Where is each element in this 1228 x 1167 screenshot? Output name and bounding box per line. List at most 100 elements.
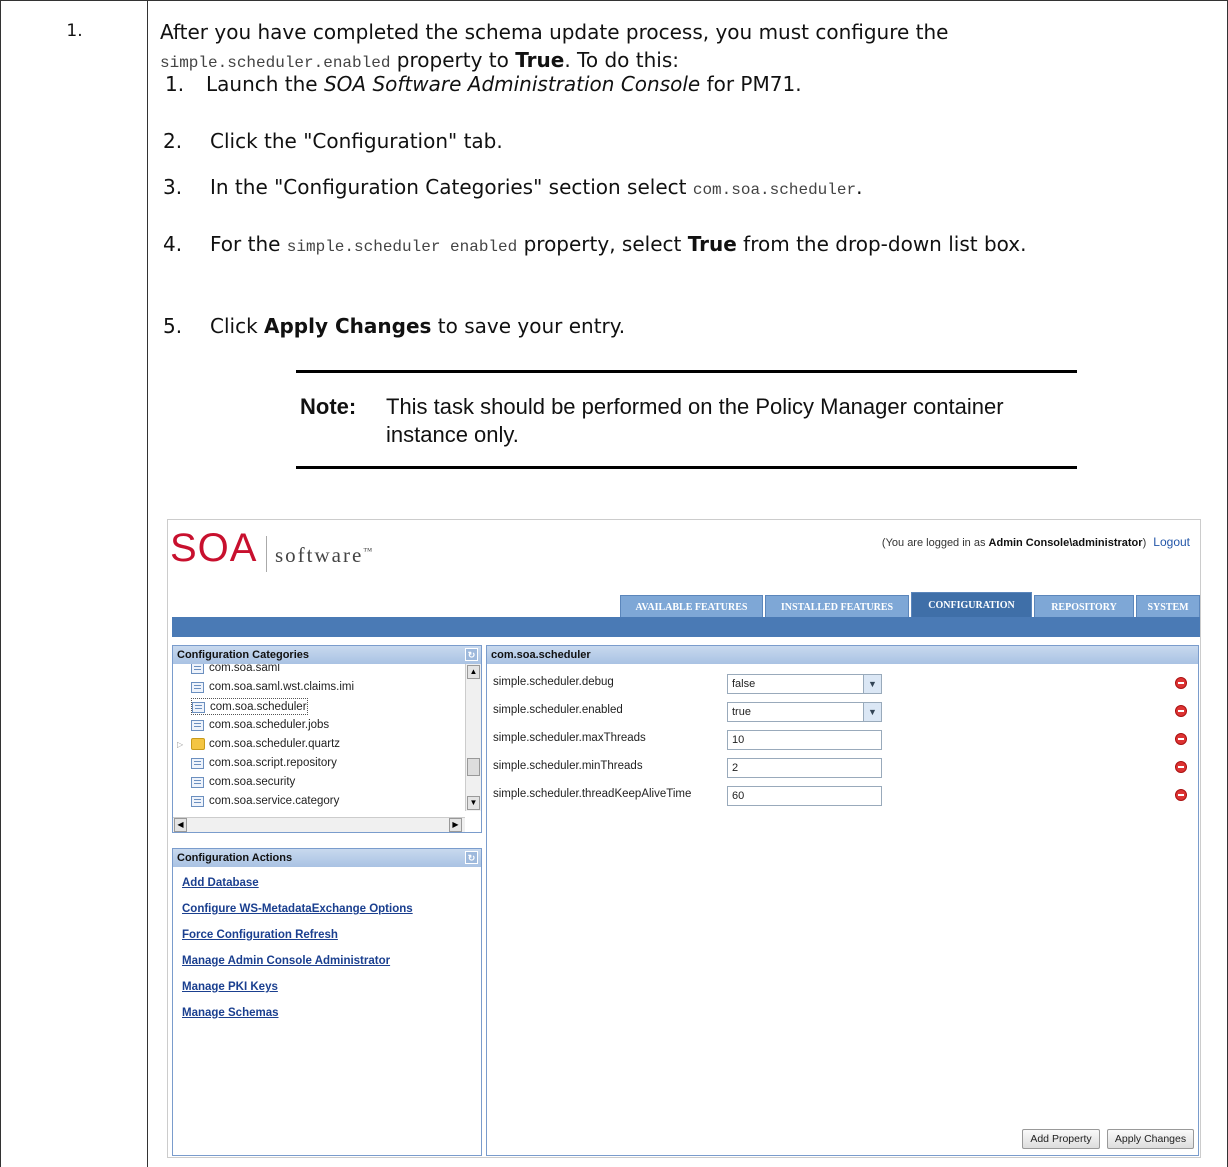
remove-property-icon[interactable] xyxy=(1175,677,1187,689)
property-value-select[interactable]: true ▼ xyxy=(727,702,882,722)
refresh-icon[interactable]: ↻ xyxy=(465,851,478,864)
intro-text-mid: property to xyxy=(390,48,516,72)
scroll-up-icon[interactable]: ▲ xyxy=(467,665,480,679)
logout-link[interactable]: Logout xyxy=(1153,535,1190,549)
action-link[interactable]: Manage Admin Console Administrator xyxy=(182,955,390,967)
folder-icon xyxy=(191,738,205,750)
intro-text-after: . To do this: xyxy=(564,48,679,72)
step-item-text: Launch the SOA Software Administration C… xyxy=(206,72,802,96)
logo-software: software™ xyxy=(275,543,375,567)
tab-available-features[interactable]: AVAILABLE FEATURES xyxy=(620,595,763,618)
property-value: 10 xyxy=(732,734,745,746)
intro-bold: True xyxy=(515,48,565,72)
category-label: com.soa.scheduler xyxy=(210,701,307,713)
remove-property-icon[interactable] xyxy=(1175,705,1187,717)
property-value: false xyxy=(732,678,756,690)
tab-installed-features[interactable]: INSTALLED FEATURES xyxy=(765,595,909,618)
step-item-number: 3. xyxy=(163,175,183,199)
property-value-input[interactable]: 10 xyxy=(727,730,882,750)
property-value-select[interactable]: false ▼ xyxy=(727,674,882,694)
categories-tree: com.soa.saml com.soa.saml.wst.claims.imi c… xyxy=(173,664,465,819)
apply-changes-button[interactable]: Apply Changes xyxy=(1107,1129,1194,1149)
tab-configuration[interactable]: CONFIGURATION xyxy=(911,592,1032,618)
tab-bar-strip xyxy=(172,617,1200,637)
action-link[interactable]: Manage PKI Keys xyxy=(182,981,278,993)
properties-icon xyxy=(191,664,204,674)
property-name: simple.scheduler.debug xyxy=(493,676,614,688)
category-item[interactable]: com.soa.security xyxy=(191,774,295,791)
add-property-button[interactable]: Add Property xyxy=(1022,1129,1100,1149)
property-name: simple.scheduler.minThreads xyxy=(493,760,643,772)
action-link[interactable]: Configure WS-MetadataExchange Options xyxy=(182,903,413,915)
properties-header: com.soa.scheduler xyxy=(487,646,1198,664)
properties-icon xyxy=(191,758,204,769)
action-link[interactable]: Manage Schemas xyxy=(182,1007,279,1019)
logo-soa: SOA xyxy=(170,526,258,570)
actions-header: Configuration Actions ↻ xyxy=(173,849,481,867)
category-label: com.soa.service.category xyxy=(209,795,340,807)
remove-property-icon[interactable] xyxy=(1175,733,1187,745)
property-name: simple.scheduler.threadKeepAliveTime xyxy=(493,788,692,800)
category-item[interactable]: com.soa.scheduler.jobs xyxy=(191,717,329,734)
tab-system[interactable]: SYSTEM xyxy=(1136,595,1200,618)
remove-property-icon[interactable] xyxy=(1175,789,1187,801)
categories-horizontal-scrollbar[interactable]: ◀ ▶ xyxy=(173,817,465,832)
note-label: Note: xyxy=(300,394,357,419)
action-link[interactable]: Add Database xyxy=(182,877,259,889)
main-tabs: AVAILABLE FEATURES INSTALLED FEATURES CONF… xyxy=(168,592,1200,618)
expand-arrow-icon[interactable]: ▷ xyxy=(177,740,183,749)
property-value-input[interactable]: 2 xyxy=(727,758,882,778)
properties-panel: com.soa.scheduler simple.scheduler.debug… xyxy=(486,645,1199,1156)
step-item-text: Click the "Configuration" tab. xyxy=(210,129,503,153)
categories-header: Configuration Categories ↻ xyxy=(173,646,481,664)
property-value: 60 xyxy=(732,790,745,802)
category-item[interactable]: com.soa.saml xyxy=(191,664,280,677)
step-item-number: 2. xyxy=(163,129,183,153)
step-item-number: 5. xyxy=(163,314,183,338)
property-value: true xyxy=(732,706,751,718)
category-label: com.soa.scheduler.jobs xyxy=(209,719,330,731)
chevron-down-icon[interactable]: ▼ xyxy=(863,675,881,693)
property-name: simple.scheduler.maxThreads xyxy=(493,732,646,744)
category-item[interactable]: com.soa.service.category xyxy=(191,793,339,810)
logo-divider xyxy=(266,536,267,572)
step-number-column: 1. xyxy=(1,1,148,1167)
intro-paragraph: After you have completed the schema upda… xyxy=(160,18,1210,77)
admin-console-screenshot: SOA software™ (You are logged in as Admi… xyxy=(167,519,1201,1158)
property-value-input[interactable]: 60 xyxy=(727,786,882,806)
scroll-right-icon[interactable]: ▶ xyxy=(449,818,462,832)
actions-panel: Configuration Actions ↻ Add Database Conf… xyxy=(172,848,482,1156)
remove-property-icon[interactable] xyxy=(1175,761,1187,773)
categories-panel: Configuration Categories ↻ com.soa.saml c… xyxy=(172,645,482,833)
action-link[interactable]: Force Configuration Refresh xyxy=(182,929,338,941)
category-item[interactable]: com.soa.script.repository xyxy=(191,755,337,772)
note-text: This task should be performed on the Pol… xyxy=(386,394,1004,447)
category-label: com.soa.saml xyxy=(209,664,280,674)
category-item[interactable]: com.soa.scheduler xyxy=(191,698,308,715)
properties-icon xyxy=(191,777,204,788)
category-item[interactable]: com.soa.scheduler.quartz xyxy=(191,736,340,753)
properties-icon xyxy=(191,720,204,731)
category-label: com.soa.saml.wst.claims.imi xyxy=(209,681,355,693)
step-item-number: 4. xyxy=(163,232,183,256)
step-item-number: 1. xyxy=(165,72,185,96)
scroll-thumb[interactable] xyxy=(467,758,480,776)
category-label: com.soa.scheduler.quartz xyxy=(209,738,341,750)
scroll-down-icon[interactable]: ▼ xyxy=(467,796,480,810)
step-item-text: For the simple.scheduler enabled propert… xyxy=(210,232,1027,256)
property-value: 2 xyxy=(732,762,739,774)
category-label: com.soa.security xyxy=(209,776,296,788)
categories-vertical-scrollbar[interactable]: ▲ ▼ xyxy=(465,664,481,811)
refresh-icon[interactable]: ↻ xyxy=(465,648,478,661)
login-user: Admin Console\administrator xyxy=(988,537,1143,549)
chevron-down-icon[interactable]: ▼ xyxy=(863,703,881,721)
step-number: 1. xyxy=(66,21,83,41)
tab-repository[interactable]: REPOSITORY xyxy=(1034,595,1134,618)
intro-text-before: After you have completed the schema upda… xyxy=(160,20,949,44)
category-label: com.soa.script.repository xyxy=(209,757,337,769)
category-item[interactable]: com.soa.saml.wst.claims.imi xyxy=(191,679,354,696)
properties-icon xyxy=(191,682,204,693)
note-box: Note: This task should be performed on t… xyxy=(296,370,1077,469)
properties-icon xyxy=(192,702,205,713)
scroll-left-icon[interactable]: ◀ xyxy=(174,818,187,832)
